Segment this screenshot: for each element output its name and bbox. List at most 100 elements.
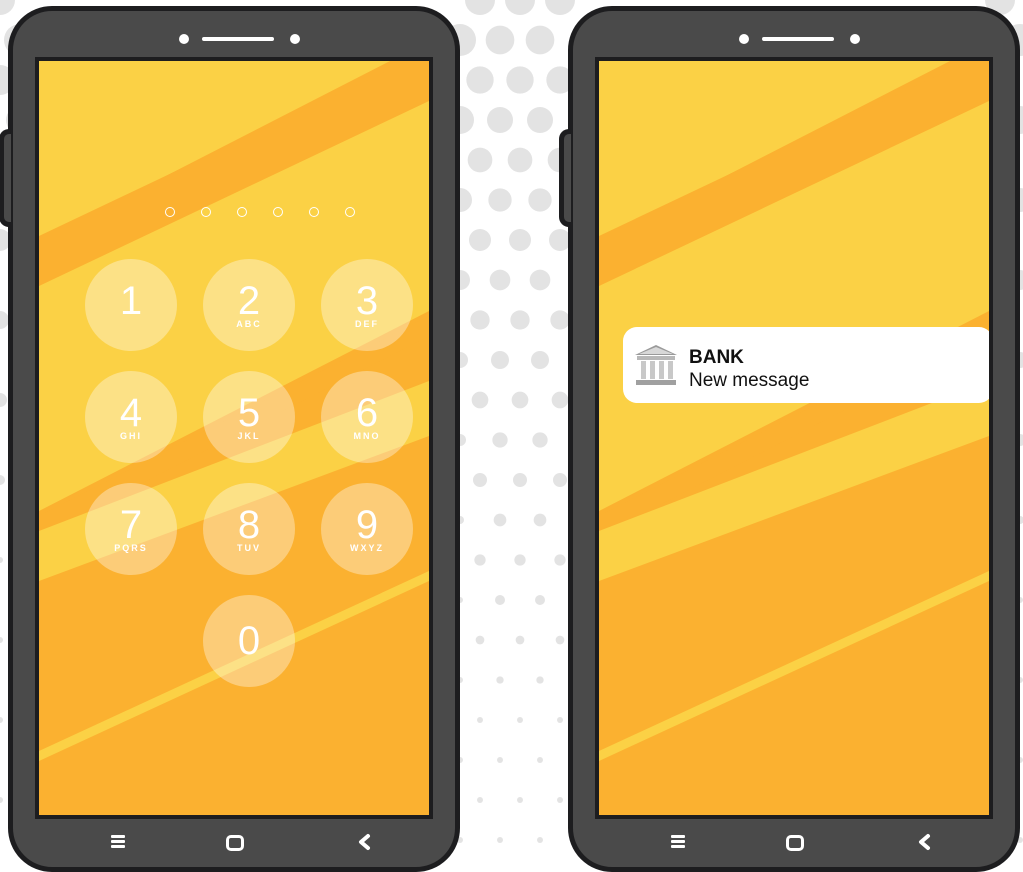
pattern-dot <box>467 147 493 173</box>
key-6[interactable]: 6 MNO <box>321 371 413 463</box>
key-digit: 3 <box>355 279 379 323</box>
camera-icon <box>179 34 189 44</box>
speaker-slot <box>762 37 834 41</box>
pattern-dot <box>507 147 533 173</box>
key-digit: 4 <box>119 391 143 435</box>
pattern-dot <box>0 0 15 15</box>
wallpaper-stripes <box>599 61 989 761</box>
pattern-dot <box>496 676 504 684</box>
key-0[interactable]: 0 <box>203 595 295 687</box>
pattern-dot <box>550 310 570 330</box>
phone-top-bezel <box>573 29 1015 49</box>
key-digit: 6 <box>355 391 379 435</box>
pattern-dot <box>557 717 563 723</box>
phone-notification-screen: BANK New message <box>559 6 1020 872</box>
menu-icon[interactable] <box>111 835 125 849</box>
pattern-dot <box>509 229 531 251</box>
pattern-dot <box>557 797 563 803</box>
key-letters: PQRS <box>114 543 148 553</box>
key-letters: GHI <box>119 431 142 441</box>
pin-dot <box>237 207 247 217</box>
key-4[interactable]: 4 GHI <box>85 371 177 463</box>
pattern-dot <box>551 391 569 409</box>
menu-icon[interactable] <box>671 835 685 849</box>
pattern-dot <box>537 837 543 843</box>
pattern-dot <box>493 513 507 527</box>
home-screen: BANK New message <box>595 57 993 819</box>
bank-icon <box>635 345 677 385</box>
key-8[interactable]: 8 TUV <box>203 483 295 575</box>
pattern-dot <box>477 797 483 803</box>
pattern-dot <box>0 637 3 643</box>
key-letters: MNO <box>353 431 381 441</box>
side-button[interactable] <box>0 129 11 227</box>
key-letters: TUV <box>237 543 261 553</box>
pattern-dot <box>0 475 5 485</box>
pattern-dot <box>554 554 566 566</box>
pattern-dot <box>535 595 545 605</box>
key-digit: 7 <box>119 503 143 547</box>
phone-lock-screen: 1 2 ABC 3 DEF 4 GHI 5 JKL 6 MNO 7 PQRS 8… <box>0 6 460 872</box>
key-letters: JKL <box>237 431 261 441</box>
pattern-dot <box>513 473 527 487</box>
pattern-dot <box>505 0 535 15</box>
pattern-dot <box>517 717 523 723</box>
key-letters: WXYZ <box>350 543 384 553</box>
pattern-dot <box>474 554 486 566</box>
pattern-dot <box>491 351 509 369</box>
pattern-dot <box>0 797 3 803</box>
key-digit: 1 <box>119 279 143 323</box>
pattern-dot <box>511 391 529 409</box>
key-2[interactable]: 2 ABC <box>203 259 295 351</box>
pattern-dot <box>477 717 483 723</box>
back-icon[interactable] <box>356 833 372 851</box>
home-icon[interactable] <box>786 835 804 851</box>
camera-icon <box>739 34 749 44</box>
pattern-dot <box>0 393 7 407</box>
key-1[interactable]: 1 <box>85 259 177 351</box>
pattern-dot <box>465 0 495 15</box>
speaker-slot <box>202 37 274 41</box>
pattern-dot <box>510 310 530 330</box>
pattern-dot <box>470 310 490 330</box>
bank-notification[interactable]: BANK New message <box>623 327 989 403</box>
pattern-dot <box>533 513 547 527</box>
side-button[interactable] <box>559 129 571 227</box>
key-letters: DEF <box>355 319 379 329</box>
key-3[interactable]: 3 DEF <box>321 259 413 351</box>
back-icon[interactable] <box>916 833 932 851</box>
pattern-dot <box>528 188 552 212</box>
pattern-dot <box>0 717 3 723</box>
pin-dot <box>165 207 175 217</box>
notification-message: New message <box>689 370 810 391</box>
pattern-dot <box>536 676 544 684</box>
pattern-dot <box>506 66 534 94</box>
pattern-dot <box>497 757 503 763</box>
pattern-dot <box>485 25 515 55</box>
pin-dot <box>345 207 355 217</box>
pattern-dot <box>488 188 512 212</box>
pattern-dot <box>497 837 503 843</box>
key-digit: 0 <box>237 619 261 663</box>
lock-screen: 1 2 ABC 3 DEF 4 GHI 5 JKL 6 MNO 7 PQRS 8… <box>35 57 433 819</box>
pattern-dot <box>529 269 551 291</box>
pattern-dot <box>515 635 525 645</box>
key-5[interactable]: 5 JKL <box>203 371 295 463</box>
pattern-dot <box>475 635 485 645</box>
key-digit: 9 <box>355 503 379 547</box>
pattern-dot <box>553 473 567 487</box>
pattern-dot <box>473 473 487 487</box>
home-icon[interactable] <box>226 835 244 851</box>
pin-dot <box>201 207 211 217</box>
pattern-dot <box>525 25 555 55</box>
pattern-dot <box>492 432 508 448</box>
pattern-dot <box>555 635 565 645</box>
pattern-dot <box>532 432 548 448</box>
pattern-dot <box>487 107 513 133</box>
pattern-dot <box>489 269 511 291</box>
key-digit: 2 <box>237 279 261 323</box>
key-9[interactable]: 9 WXYZ <box>321 483 413 575</box>
pin-dot <box>273 207 283 217</box>
pattern-dot <box>471 391 489 409</box>
key-7[interactable]: 7 PQRS <box>85 483 177 575</box>
